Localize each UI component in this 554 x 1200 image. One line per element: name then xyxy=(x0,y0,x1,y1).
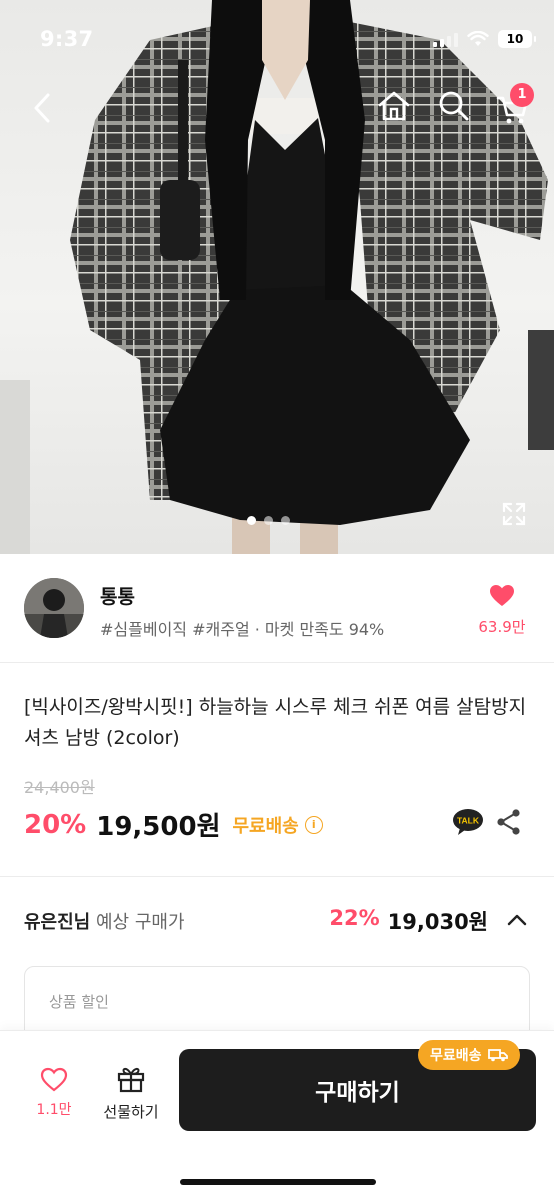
status-bar: 9:37 10 xyxy=(0,0,554,82)
price-row: 20% 19,500원 무료배송 i xyxy=(24,806,323,843)
gallery-dot xyxy=(281,516,290,525)
gallery-indicator xyxy=(247,516,290,525)
discount-rate: 20% xyxy=(24,809,87,840)
free-shipping-badge-label: 무료배송 xyxy=(430,1048,482,1064)
heart-filled-icon xyxy=(490,585,514,606)
gift-label: 선물하기 xyxy=(103,1103,159,1121)
search-button[interactable] xyxy=(436,88,472,124)
user-name: 유은진님 xyxy=(24,912,91,933)
seller-avatar[interactable] xyxy=(24,578,84,638)
wishlist-button[interactable]: 1.1만 xyxy=(28,1067,80,1119)
product-photo xyxy=(0,0,554,554)
home-indicator xyxy=(180,1179,376,1185)
seller-section[interactable]: 통통 #심플베이직 #캐주얼 · 마켓 만족도 94% 63.9만 xyxy=(0,554,554,662)
bottom-action-bar: 1.1만 선물하기 구매하기 무료배송 xyxy=(0,1031,554,1200)
talk-label: TALK xyxy=(457,816,480,826)
chevron-left-icon xyxy=(34,93,50,123)
product-image[interactable]: 9:37 10 1 xyxy=(0,0,554,554)
gift-button[interactable]: 선물하기 xyxy=(96,1065,166,1122)
truck-icon xyxy=(487,1049,508,1062)
seller-like-count: 63.9만 xyxy=(478,618,526,636)
home-button[interactable] xyxy=(376,88,412,124)
search-icon xyxy=(439,91,469,121)
share-button[interactable] xyxy=(496,808,522,840)
info-icon[interactable]: i xyxy=(304,815,323,834)
wishlist-count: 1.1만 xyxy=(36,1102,72,1118)
expected-label: 예상 구매가 xyxy=(95,912,185,933)
sale-price: 19,500원 xyxy=(96,812,221,842)
chevron-up-icon xyxy=(507,914,527,926)
wifi-icon xyxy=(467,31,489,46)
heart-outline-icon xyxy=(40,1067,68,1092)
gift-icon xyxy=(117,1067,145,1093)
status-icons: 10 xyxy=(433,30,536,48)
expected-price-label: 유은진님 예상 구매가 xyxy=(24,908,185,934)
talk-bubble-icon: TALK xyxy=(453,809,483,835)
cart-count-badge: 1 xyxy=(510,83,534,107)
free-shipping-label: 무료배송 xyxy=(232,815,299,837)
expand-icon xyxy=(502,502,526,526)
seller-like-button[interactable]: 63.9만 xyxy=(472,584,532,637)
product-title: [빅사이즈/왕박시핏!] 하늘하늘 시스루 체크 쉬폰 여름 살탐방지 셔츠 남… xyxy=(24,696,527,749)
signal-icon xyxy=(433,31,458,47)
discount-card-label: 상품 할인 xyxy=(49,993,109,1011)
free-shipping-badge: 무료배송 xyxy=(418,1040,520,1070)
avatar-image xyxy=(24,578,84,638)
home-icon xyxy=(378,91,410,121)
seller-name[interactable]: 통통 xyxy=(100,582,135,609)
gallery-dot xyxy=(264,516,273,525)
status-time: 9:37 xyxy=(40,27,94,51)
collapse-button[interactable] xyxy=(506,912,528,931)
expected-price: 22% 19,030원 xyxy=(329,906,488,936)
expected-discount: 22% xyxy=(329,906,380,930)
fullscreen-button[interactable] xyxy=(498,498,530,530)
seller-tags: #심플베이직 #캐주얼 · 마켓 만족도 94% xyxy=(100,620,385,639)
divider xyxy=(0,662,554,663)
share-icon xyxy=(497,809,520,835)
section-divider xyxy=(0,876,554,877)
gallery-dot-active xyxy=(247,516,256,525)
original-price: 24,400원 xyxy=(24,778,95,797)
kakao-talk-button[interactable]: TALK xyxy=(452,808,484,836)
back-button[interactable] xyxy=(26,90,58,126)
battery-icon: 10 xyxy=(498,30,536,48)
expected-amount: 19,030원 xyxy=(387,910,488,934)
